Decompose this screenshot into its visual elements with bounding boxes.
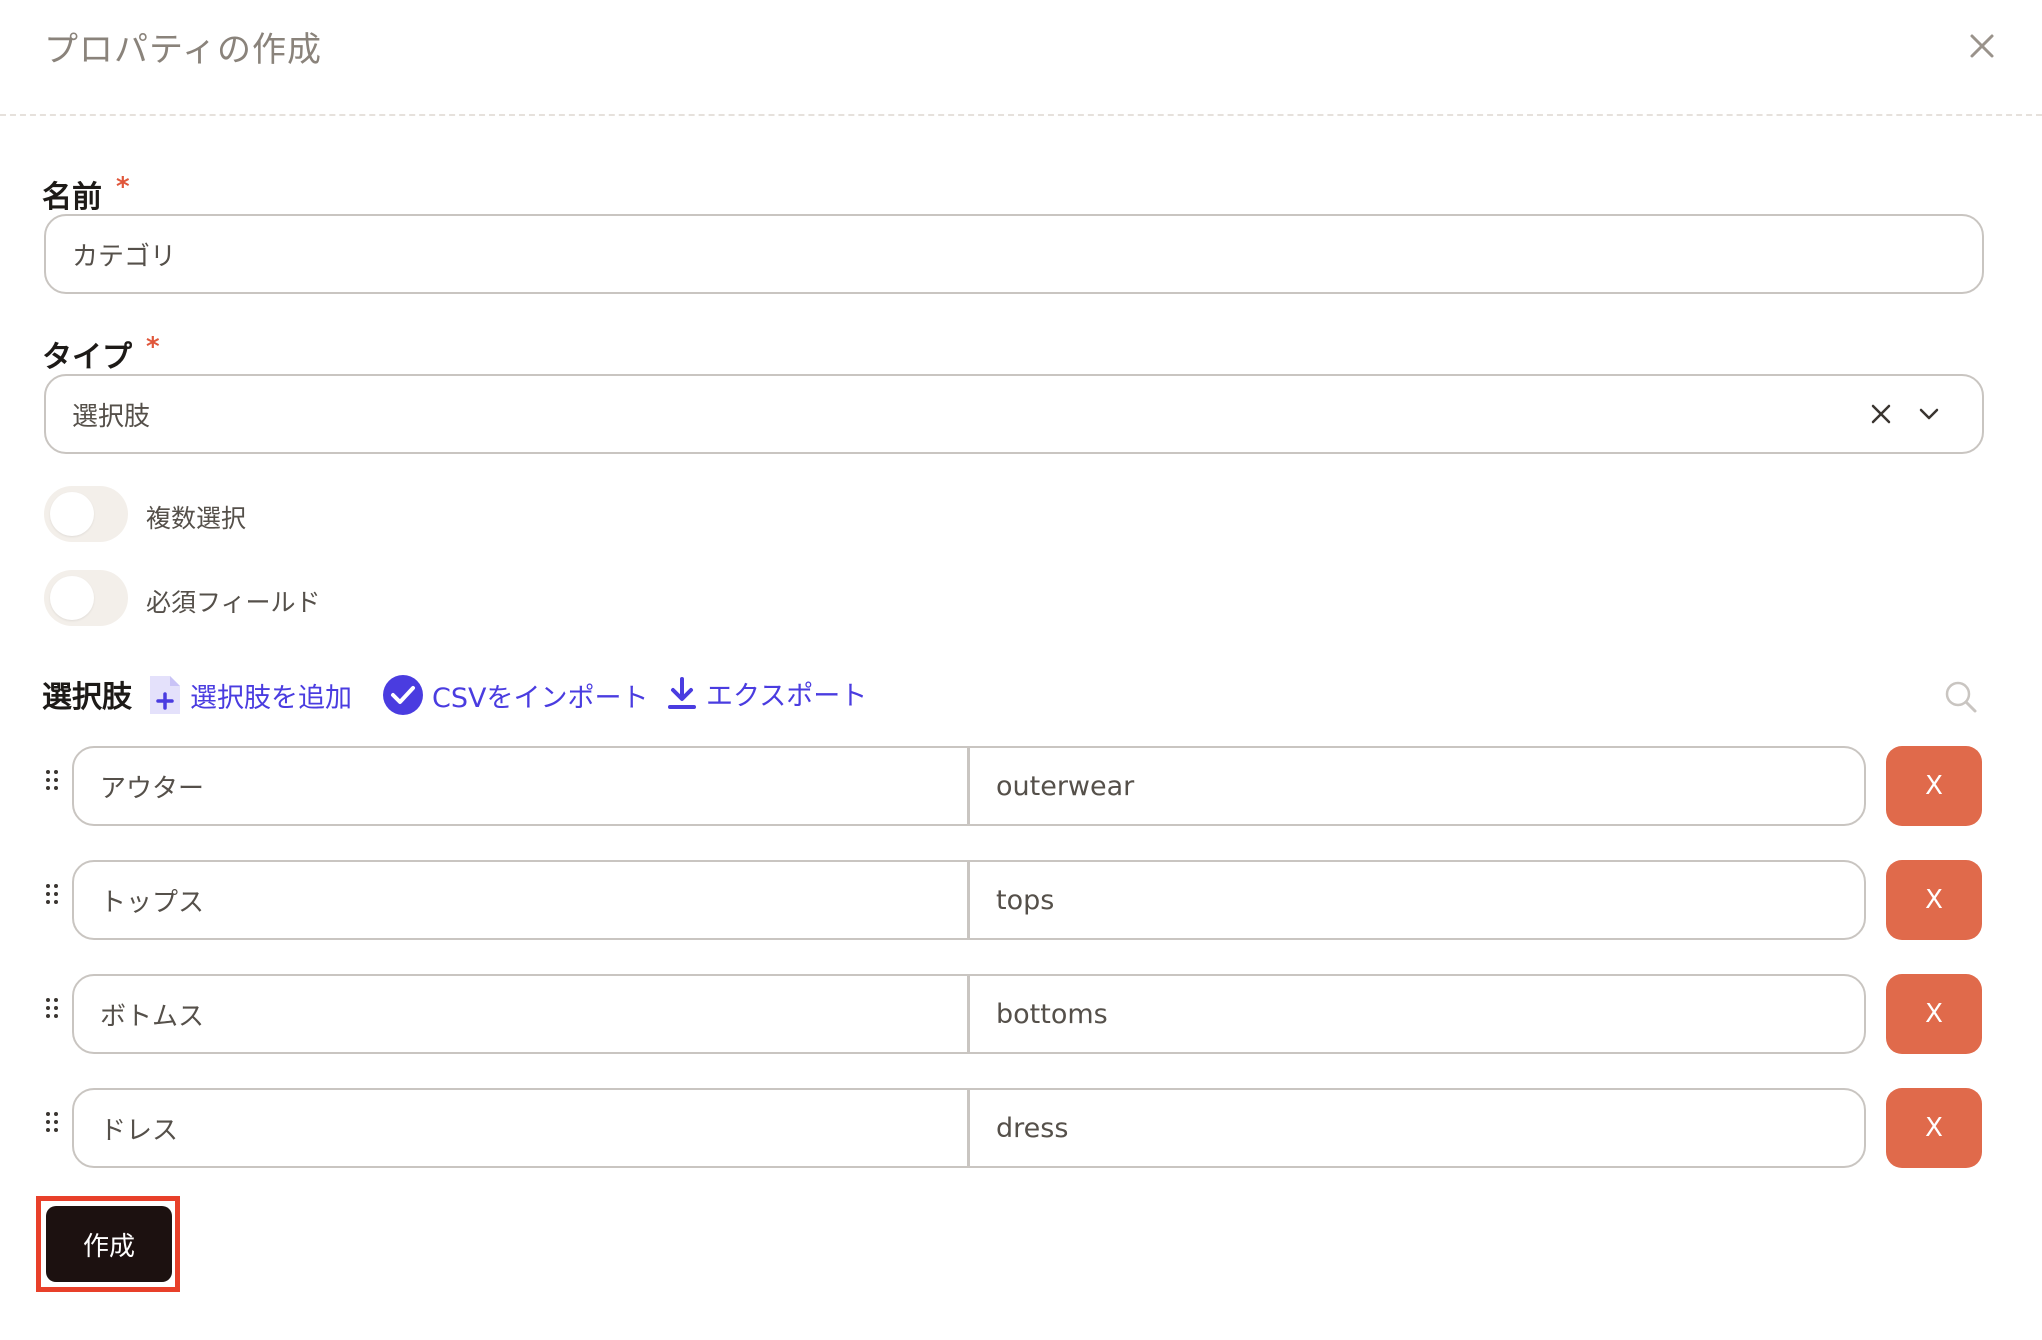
dropdown-toggle-button[interactable] xyxy=(1916,401,1942,427)
create-button[interactable]: 作成 xyxy=(46,1206,172,1282)
toggle-knob xyxy=(50,576,94,620)
option-row: ドレス dress X xyxy=(0,1088,2042,1170)
multi-select-label: 複数選択 xyxy=(146,504,247,533)
chevron-down-icon xyxy=(1919,408,1939,420)
clear-selection-button[interactable] xyxy=(1868,401,1894,427)
name-input[interactable]: カテゴリ xyxy=(44,214,1984,294)
option-label-input[interactable]: ドレス xyxy=(74,1090,970,1166)
drag-handle[interactable] xyxy=(44,768,60,792)
drag-handle[interactable] xyxy=(44,882,60,906)
multi-select-toggle[interactable] xyxy=(44,486,128,542)
add-option-label: 選択肢を追加 xyxy=(190,682,352,714)
add-file-icon xyxy=(150,676,180,714)
drag-handle[interactable] xyxy=(44,1110,60,1134)
option-label-input[interactable]: ボトムス xyxy=(74,976,970,1052)
create-property-dialog: プロパティの作成 名前 * カテゴリ タイプ * 選択肢 複数選択 必須フィール… xyxy=(0,0,2042,1340)
delete-option-button[interactable]: X xyxy=(1886,974,1982,1054)
name-label-text: 名前 xyxy=(42,180,102,215)
clear-icon xyxy=(1871,404,1891,424)
option-row: ボトムス bottoms X xyxy=(0,974,2042,1056)
drag-handle-icon xyxy=(46,1112,58,1132)
option-row: トップス tops X xyxy=(0,860,2042,942)
option-label-input[interactable]: アウター xyxy=(74,748,970,824)
required-mark: * xyxy=(116,172,130,202)
required-mark: * xyxy=(146,332,160,362)
name-field-label: 名前 * xyxy=(42,172,130,216)
type-field-label: タイプ * xyxy=(42,332,160,376)
delete-option-button[interactable]: X xyxy=(1886,1088,1982,1168)
export-label: エクスポート xyxy=(706,681,868,712)
option-fields: トップス tops xyxy=(72,860,1866,940)
name-input-value: カテゴリ xyxy=(72,241,177,272)
option-fields: ドレス dress xyxy=(72,1088,1866,1168)
close-button[interactable] xyxy=(1960,24,2004,68)
toggle-knob xyxy=(50,492,94,536)
dialog-header: プロパティの作成 xyxy=(0,0,2042,116)
required-field-toggle[interactable] xyxy=(44,570,128,626)
check-circle-icon xyxy=(383,675,423,715)
search-options-button[interactable] xyxy=(1944,680,1978,714)
drag-handle-icon xyxy=(46,884,58,904)
search-icon xyxy=(1945,681,1977,713)
export-button[interactable]: エクスポート xyxy=(666,674,867,713)
close-icon xyxy=(1970,34,1994,58)
import-csv-button[interactable]: CSVをインポート xyxy=(382,674,648,716)
option-fields: ボトムス bottoms xyxy=(72,974,1866,1054)
type-select-value: 選択肢 xyxy=(72,401,151,432)
download-icon xyxy=(668,676,696,709)
select-icons xyxy=(1868,376,1942,452)
option-value-input[interactable]: bottoms xyxy=(970,976,1864,1052)
option-value-input[interactable]: dress xyxy=(970,1090,1864,1166)
option-value-input[interactable]: tops xyxy=(970,862,1864,938)
option-row: アウター outerwear X xyxy=(0,746,2042,828)
type-select[interactable]: 選択肢 xyxy=(44,374,1984,454)
option-label-input[interactable]: トップス xyxy=(74,862,970,938)
type-label-text: タイプ xyxy=(42,340,132,375)
option-fields: アウター outerwear xyxy=(72,746,1866,826)
drag-handle[interactable] xyxy=(44,996,60,1020)
delete-option-button[interactable]: X xyxy=(1886,860,1982,940)
option-value-input[interactable]: outerwear xyxy=(970,748,1864,824)
dialog-title: プロパティの作成 xyxy=(44,30,322,70)
required-field-label: 必須フィールド xyxy=(146,588,321,617)
delete-option-button[interactable]: X xyxy=(1886,746,1982,826)
import-csv-label: CSVをインポート xyxy=(432,682,649,714)
drag-handle-icon xyxy=(46,770,58,790)
add-option-button[interactable]: 選択肢を追加 xyxy=(146,674,352,716)
options-section-title: 選択肢 xyxy=(42,680,132,715)
drag-handle-icon xyxy=(46,998,58,1018)
